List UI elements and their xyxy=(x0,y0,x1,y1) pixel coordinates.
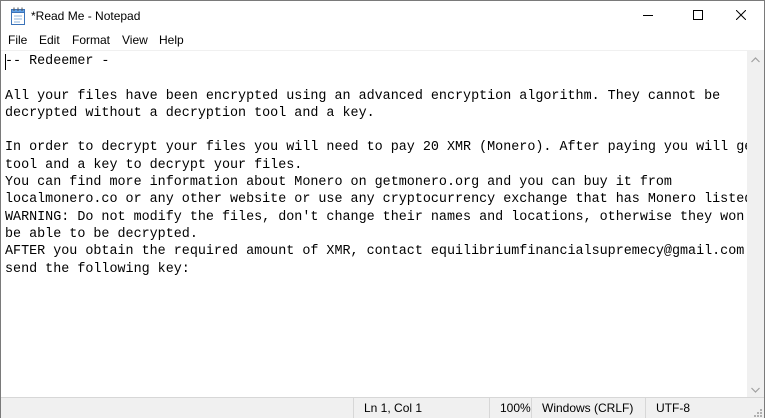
notepad-icon xyxy=(10,7,26,25)
menu-bar: File Edit Format View Help xyxy=(1,31,764,50)
status-bar: Ln 1, Col 1 100% Windows (CRLF) UTF-8 xyxy=(1,397,764,418)
status-encoding: UTF-8 xyxy=(645,398,764,418)
title-bar[interactable]: *Read Me - Notepad xyxy=(1,1,764,31)
editor-content[interactable]: -- Redeemer - All your files have been e… xyxy=(5,53,747,278)
menu-file[interactable]: File xyxy=(8,33,27,48)
text-caret xyxy=(5,54,6,70)
notepad-window: *Read Me - Notepad File Edit Format View… xyxy=(0,0,765,418)
status-line-ending: Windows (CRLF) xyxy=(531,398,645,418)
scroll-up-button[interactable] xyxy=(747,50,764,67)
menu-help[interactable]: Help xyxy=(159,33,184,48)
text-editor[interactable]: -- Redeemer - All your files have been e… xyxy=(1,50,747,398)
chevron-up-icon xyxy=(751,50,760,68)
menu-edit[interactable]: Edit xyxy=(39,33,60,48)
maximize-icon xyxy=(693,7,703,25)
menu-view[interactable]: View xyxy=(122,33,148,48)
maximize-button[interactable] xyxy=(675,1,721,31)
minimize-button[interactable] xyxy=(625,1,671,31)
status-zoom: 100% xyxy=(489,398,531,418)
menu-format[interactable]: Format xyxy=(72,33,110,48)
close-button[interactable] xyxy=(718,1,764,31)
scroll-down-button[interactable] xyxy=(747,380,764,397)
scroll-track[interactable] xyxy=(747,67,764,380)
close-icon xyxy=(735,7,747,25)
vertical-scrollbar[interactable] xyxy=(747,50,764,397)
minimize-icon xyxy=(643,7,653,25)
window-title: *Read Me - Notepad xyxy=(31,9,141,23)
resize-grip-icon[interactable] xyxy=(752,406,762,417)
chevron-down-icon xyxy=(751,380,760,398)
status-cursor-position: Ln 1, Col 1 xyxy=(353,398,489,418)
